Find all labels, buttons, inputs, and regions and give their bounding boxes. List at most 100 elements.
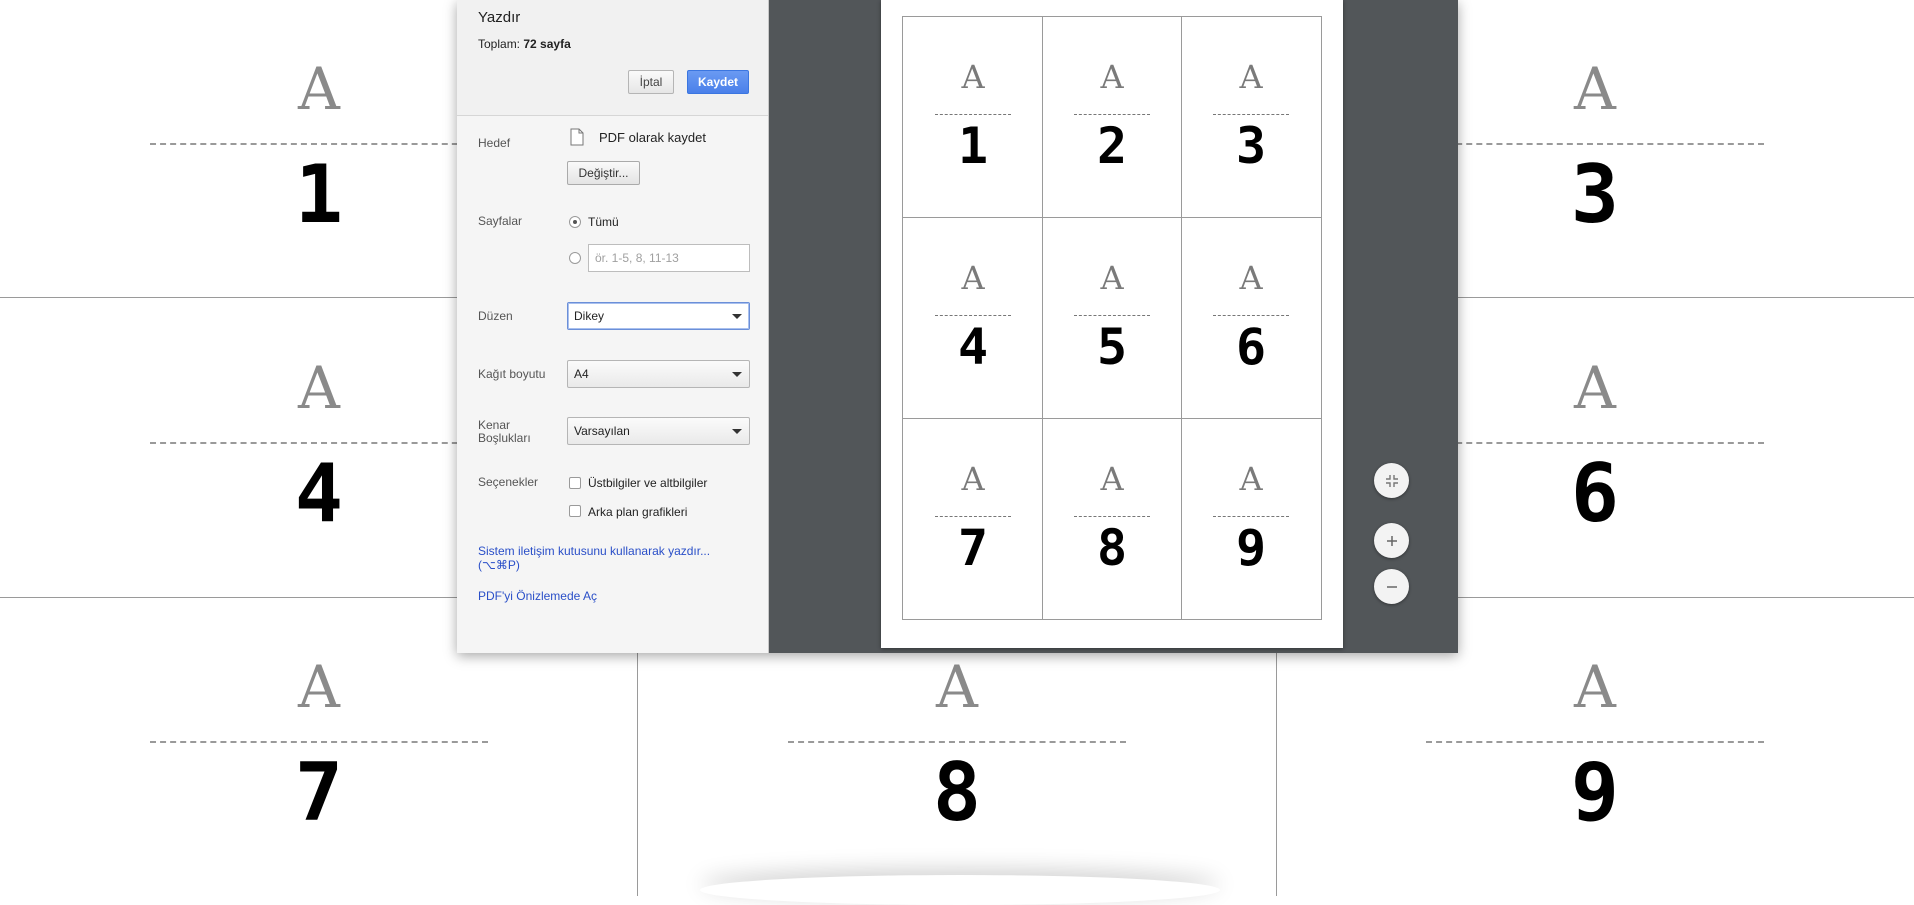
preview-dashed-divider	[1213, 516, 1289, 517]
preview-page-grid: A 1 A 2 A 3 A 4 A 5 A 6 A 7 A 8 A 9	[902, 16, 1322, 620]
pages-range-input[interactable]	[588, 244, 750, 272]
preview-dashed-divider	[1074, 516, 1150, 517]
bg-letter: A	[936, 653, 978, 721]
preview-letter: A	[961, 460, 985, 498]
bg-dashed-divider	[1426, 741, 1764, 743]
pages-all-label: Tümü	[588, 215, 619, 229]
system-dialog-shortcut: (⌥⌘P)	[478, 558, 520, 572]
margins-select[interactable]: Varsayılan	[567, 417, 750, 445]
bg-dashed-divider	[150, 741, 488, 743]
print-settings-panel: Yazdır Toplam: 72 sayfa İptal Kaydet Hed…	[457, 0, 769, 653]
cancel-button[interactable]: İptal	[628, 70, 674, 94]
margins-select-value: Varsayılan	[574, 424, 630, 438]
bg-letter: A	[298, 653, 340, 721]
paper-size-select[interactable]: A4	[567, 360, 750, 388]
page-total: Toplam: 72 sayfa	[478, 37, 571, 51]
chevron-down-icon	[732, 429, 742, 434]
bg-page-number: 7	[294, 746, 344, 839]
preview-page-number: 3	[1235, 117, 1267, 175]
preview-letter: A	[1239, 58, 1263, 96]
preview-page-number: 4	[957, 318, 989, 376]
bg-dashed-divider	[1426, 442, 1764, 444]
preview-dashed-divider	[1074, 114, 1150, 115]
margins-label: Kenar Boşlukları	[478, 419, 531, 445]
plus-icon	[1386, 535, 1397, 546]
fit-to-page-button[interactable]	[1374, 463, 1409, 498]
destination-label: Hedef	[478, 136, 511, 150]
system-dialog-link[interactable]: Sistem iletişim kutusunu kullanarak yazd…	[478, 544, 710, 572]
chevron-down-icon	[732, 314, 742, 319]
background-graphics-checkbox[interactable]	[569, 505, 581, 517]
preview-page-number: 8	[1096, 519, 1128, 577]
zoom-in-button[interactable]	[1374, 523, 1409, 558]
preview-page-number: 7	[957, 519, 989, 577]
page-total-value: 72 sayfa	[523, 37, 571, 51]
preview-page-number: 6	[1235, 318, 1267, 376]
preview-letter: A	[1100, 460, 1124, 498]
preview-letter: A	[1100, 259, 1124, 297]
preview-grid-line	[903, 217, 1321, 218]
headers-footers-label: Üstbilgiler ve altbilgiler	[588, 476, 708, 490]
background-graphics-label: Arka plan grafikleri	[588, 505, 688, 519]
save-button[interactable]: Kaydet	[687, 70, 749, 94]
preview-sheet: A 1 A 2 A 3 A 4 A 5 A 6 A 7 A 8 A 9	[881, 0, 1343, 648]
fit-to-page-icon	[1385, 474, 1398, 487]
layout-select-value: Dikey	[574, 309, 605, 323]
preview-page-number: 2	[1096, 117, 1128, 175]
paper-size-label: Kağıt boyutu	[478, 367, 546, 381]
preview-page-cell-3: A 3	[1181, 17, 1321, 218]
minus-icon	[1386, 585, 1397, 588]
bg-dashed-divider	[150, 442, 488, 444]
bottom-shadow	[700, 875, 1220, 905]
preview-letter: A	[1100, 58, 1124, 96]
preview-grid-line	[1042, 17, 1043, 619]
dialog-header: Yazdır Toplam: 72 sayfa İptal Kaydet	[457, 0, 768, 116]
preview-letter: A	[961, 58, 985, 96]
pages-all-radio[interactable]	[569, 216, 581, 228]
preview-page-cell-1: A 1	[903, 17, 1043, 218]
zoom-out-button[interactable]	[1374, 569, 1409, 604]
preview-dashed-divider	[935, 315, 1011, 316]
preview-page-number: 1	[957, 117, 989, 175]
preview-grid-line	[903, 418, 1321, 419]
bg-letter: A	[1574, 653, 1616, 721]
preview-page-cell-9: A 9	[1181, 419, 1321, 620]
preview-letter: A	[961, 259, 985, 297]
chevron-down-icon	[732, 372, 742, 377]
dialog-title: Yazdır	[478, 9, 521, 26]
open-pdf-in-preview-link[interactable]: PDF'yi Önizlemede Aç	[478, 589, 597, 603]
preview-letter: A	[1239, 460, 1263, 498]
preview-dashed-divider	[935, 516, 1011, 517]
layout-label: Düzen	[478, 309, 513, 323]
preview-dashed-divider	[1074, 315, 1150, 316]
bg-page-number: 9	[1570, 746, 1620, 839]
preview-grid-line	[1181, 17, 1182, 619]
bg-dashed-divider	[1426, 143, 1764, 145]
preview-page-cell-2: A 2	[1042, 17, 1182, 218]
preview-page-cell-7: A 7	[903, 419, 1043, 620]
options-label: Seçenekler	[478, 475, 539, 489]
destination-value: PDF olarak kaydet	[599, 130, 706, 145]
preview-dashed-divider	[1213, 114, 1289, 115]
preview-letter: A	[1239, 259, 1263, 297]
preview-page-cell-8: A 8	[1042, 419, 1182, 620]
layout-select[interactable]: Dikey	[567, 302, 750, 330]
preview-page-cell-4: A 4	[903, 218, 1043, 419]
page-total-label: Toplam:	[478, 37, 521, 51]
bg-page-number: 8	[932, 746, 982, 839]
print-dialog: Yazdır Toplam: 72 sayfa İptal Kaydet Hed…	[457, 0, 1458, 653]
preview-page-number: 5	[1096, 318, 1128, 376]
preview-page-number: 9	[1235, 519, 1267, 577]
change-destination-button[interactable]: Değiştir...	[567, 161, 640, 185]
margins-label-line2: Boşlukları	[478, 431, 531, 445]
headers-footers-checkbox[interactable]	[569, 477, 581, 489]
preview-page-cell-5: A 5	[1042, 218, 1182, 419]
preview-dashed-divider	[935, 114, 1011, 115]
preview-dashed-divider	[1213, 315, 1289, 316]
paper-size-select-value: A4	[574, 367, 589, 381]
document-icon	[570, 128, 584, 146]
preview-page-cell-6: A 6	[1181, 218, 1321, 419]
pages-custom-radio[interactable]	[569, 252, 581, 264]
bg-dashed-divider	[788, 741, 1126, 743]
print-preview-area: A 1 A 2 A 3 A 4 A 5 A 6 A 7 A 8 A 9	[769, 0, 1458, 653]
